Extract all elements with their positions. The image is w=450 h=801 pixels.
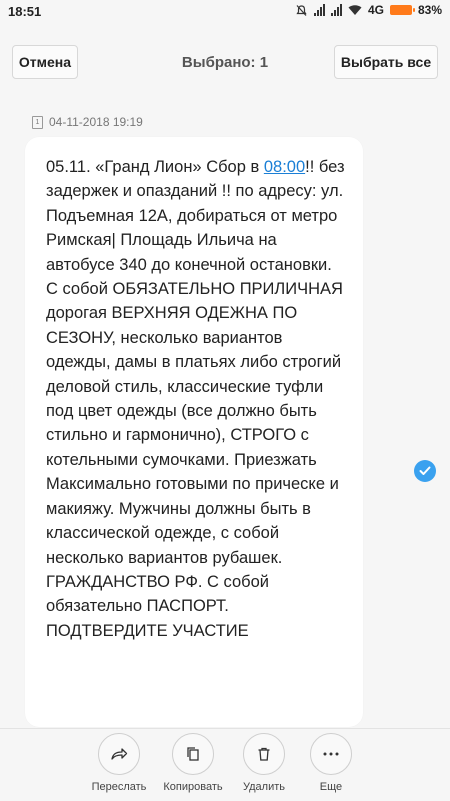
message-timestamp: 04-11-2018 19:19 [49, 115, 143, 129]
select-all-button[interactable]: Выбрать все [334, 45, 438, 79]
status-icons: 4G 83% [295, 3, 442, 17]
selection-header: Отмена Выбрано: 1 Выбрать все [0, 24, 450, 104]
status-time: 18:51 [8, 4, 42, 19]
message-text: 05.11. «Гранд Лион» Сбор в 08:00!! без з… [46, 158, 345, 640]
signal-icon [330, 4, 342, 16]
more-button[interactable]: Еще [291, 729, 371, 793]
status-bar: 18:51 4G 83% [0, 0, 450, 24]
forward-label: Переслать [91, 781, 147, 793]
time-link[interactable]: 08:00 [264, 158, 305, 176]
copy-icon [172, 733, 214, 775]
network-type: 4G [367, 3, 384, 17]
mute-icon [296, 4, 307, 16]
bottom-action-bar: Переслать Копировать Удалить Еще [0, 728, 450, 801]
forward-icon [98, 733, 140, 775]
battery-level: 83% [417, 3, 442, 17]
battery-icon [389, 5, 415, 15]
selected-check-icon[interactable] [414, 460, 436, 482]
more-icon [310, 733, 352, 775]
sim-card-icon: 1 [32, 115, 43, 129]
message-bubble[interactable]: 05.11. «Гранд Лион» Сбор в 08:00!! без з… [25, 137, 363, 727]
copy-button[interactable]: Копировать [153, 729, 233, 793]
message-timestamp-row: 1 04-11-2018 19:19 [32, 115, 143, 129]
copy-label: Копировать [163, 781, 223, 793]
more-label: Еще [319, 781, 343, 793]
wifi-icon [348, 5, 362, 15]
signal-icon [313, 4, 325, 16]
forward-button[interactable]: Переслать [79, 729, 159, 793]
trash-icon [243, 733, 285, 775]
